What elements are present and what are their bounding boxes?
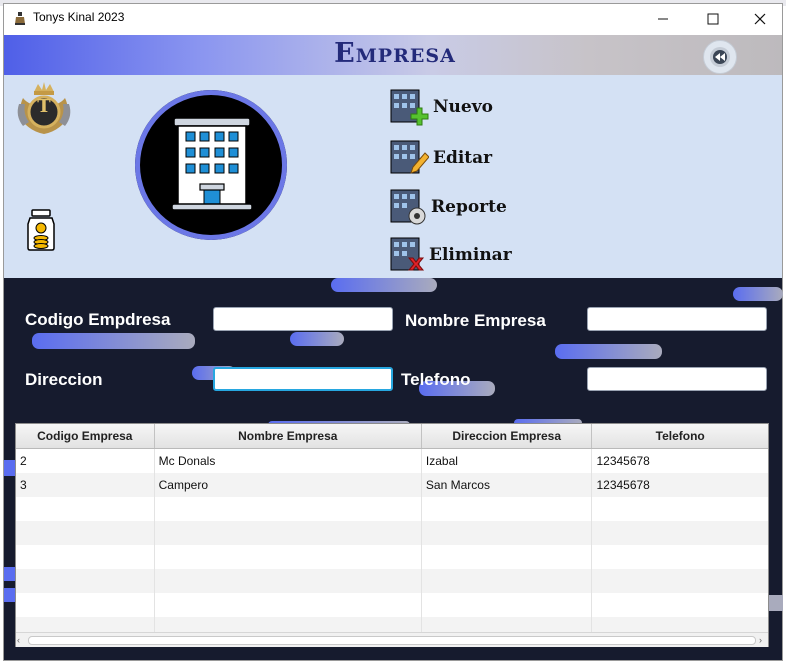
editar-button[interactable]: Editar	[389, 139, 492, 177]
table-row[interactable]: 2 Mc Donals Izabal 12345678	[16, 449, 768, 473]
close-button[interactable]	[737, 4, 783, 34]
app-icon	[15, 12, 25, 25]
table-row-empty	[16, 497, 768, 521]
table-header: Codigo Empresa Nombre Empresa Direccion …	[16, 424, 768, 449]
table-cell: 12345678	[596, 478, 650, 492]
editar-label: Editar	[433, 148, 493, 168]
column-header-telefono[interactable]: Telefono	[592, 424, 768, 448]
nombre-label: Nombre Empresa	[405, 311, 546, 330]
decor-pill	[32, 333, 195, 349]
minimize-button[interactable]	[640, 4, 686, 34]
table-row-empty	[16, 593, 768, 617]
decor-block	[769, 595, 783, 611]
codigo-label: Codigo Empdresa	[25, 310, 171, 329]
table-row-empty	[16, 569, 768, 593]
table-row-empty	[16, 545, 768, 569]
decor-pill	[733, 287, 783, 301]
empresas-table[interactable]: Codigo Empresa Nombre Empresa Direccion …	[15, 423, 769, 647]
window-title: Tonys Kinal 2023	[33, 10, 125, 24]
table-cell: 3	[16, 473, 155, 497]
nuevo-button[interactable]: Nuevo	[389, 88, 493, 126]
close-icon	[754, 13, 766, 25]
table-cell: Mc Donals	[155, 449, 422, 473]
table-cell: Campero	[155, 473, 422, 497]
decor-pill	[555, 344, 662, 359]
building-edit-icon	[390, 140, 429, 174]
building-delete-icon	[390, 237, 425, 271]
nombre-input[interactable]	[587, 307, 767, 331]
eliminar-button[interactable]: Eliminar	[389, 236, 512, 274]
column-header-nombre[interactable]: Nombre Empresa	[155, 424, 422, 448]
nuevo-label: Nuevo	[433, 97, 493, 117]
scroll-left-icon[interactable]: ‹	[17, 635, 20, 645]
decor-pill	[290, 332, 344, 346]
direccion-label: Direccion	[25, 370, 103, 389]
column-header-codigo[interactable]: Codigo Empresa	[16, 424, 155, 448]
table-cell: 2	[16, 449, 155, 473]
table-cell: San Marcos	[422, 473, 593, 497]
table-row-empty	[16, 521, 768, 545]
telefono-input[interactable]	[587, 367, 767, 391]
eliminar-label: Eliminar	[429, 245, 512, 265]
direccion-input[interactable]	[213, 367, 393, 391]
scrollbar-thumb[interactable]	[28, 636, 756, 645]
column-header-direccion[interactable]: Direccion Empresa	[422, 424, 593, 448]
coin-jar-icon[interactable]	[25, 208, 57, 252]
minimize-icon	[658, 18, 668, 20]
reporte-label: Reporte	[431, 197, 507, 217]
table-cell: 12345678	[596, 454, 650, 468]
maximize-button[interactable]	[690, 4, 736, 34]
building-icon	[171, 117, 253, 211]
maximize-icon	[707, 13, 719, 25]
crest-letter: T	[37, 96, 51, 117]
decor-pill	[331, 278, 437, 292]
rewind-icon	[710, 47, 730, 67]
table-cell: Izabal	[422, 449, 593, 473]
page-title: Empresa	[334, 38, 456, 69]
horizontal-scrollbar[interactable]: ‹ ›	[16, 632, 768, 647]
codigo-input[interactable]	[213, 307, 393, 331]
back-button[interactable]	[703, 40, 737, 74]
building-add-icon	[390, 89, 429, 126]
telefono-label: Telefono	[401, 370, 471, 389]
scroll-right-icon[interactable]: ›	[759, 635, 762, 645]
reporte-button[interactable]: Reporte	[389, 188, 507, 226]
building-report-icon	[390, 189, 426, 225]
table-row[interactable]: 3 Campero San Marcos 12345678	[16, 473, 768, 497]
